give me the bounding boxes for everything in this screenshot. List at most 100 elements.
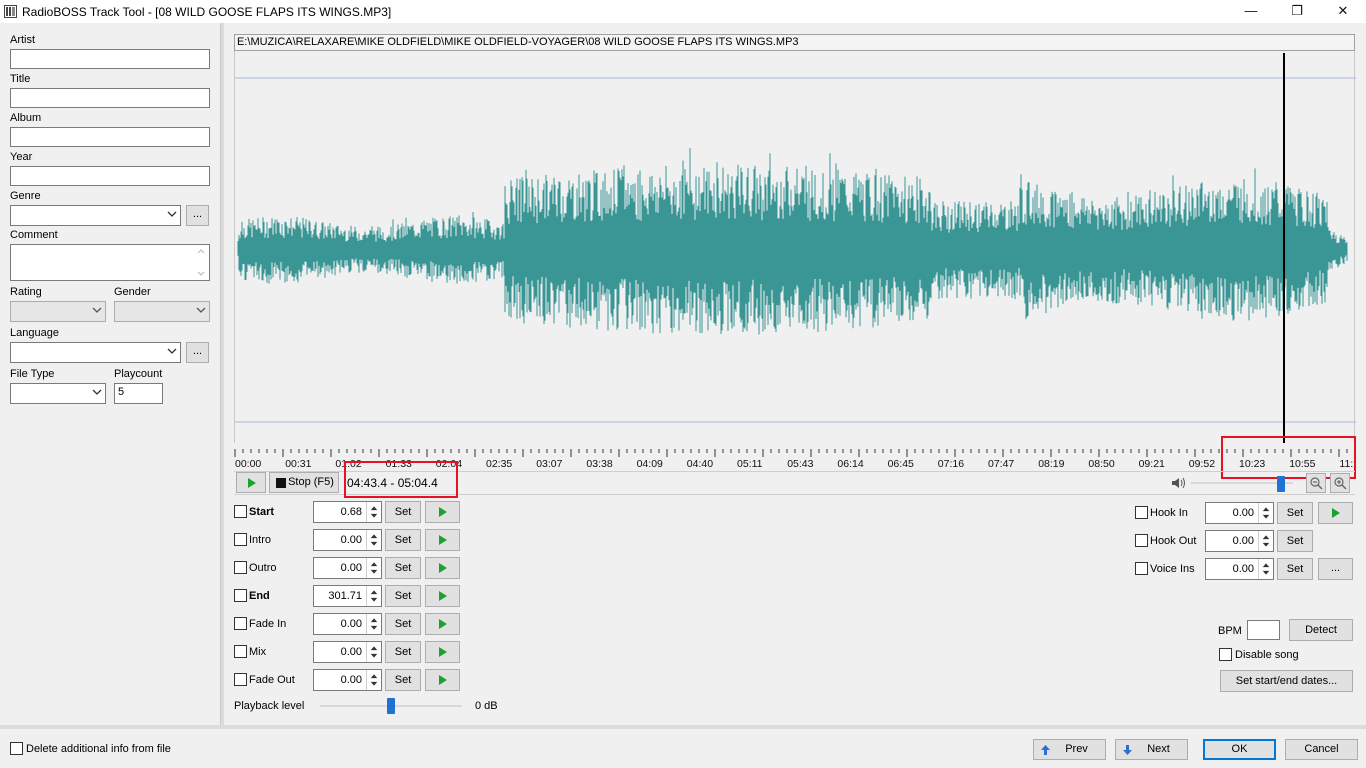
minimize-button[interactable]: —	[1228, 0, 1274, 23]
genre-select[interactable]	[10, 205, 181, 226]
playcount-field[interactable]: 5	[114, 383, 163, 404]
year-label: Year	[10, 151, 33, 163]
cue-play-button[interactable]	[425, 529, 460, 551]
year-field[interactable]	[10, 166, 210, 186]
play-icon	[439, 535, 447, 545]
album-field[interactable]	[10, 127, 210, 147]
spinner-arrows-icon[interactable]	[366, 502, 381, 522]
cue-set-button[interactable]: Set	[385, 557, 421, 579]
cue-checkbox[interactable]	[234, 645, 247, 658]
next-button[interactable]: Next	[1115, 739, 1188, 760]
rating-select[interactable]	[10, 301, 106, 322]
play-button[interactable]	[236, 472, 266, 493]
file-path: E:\MUZICA\RELAXARE\MIKE OLDFIELD\MIKE OL…	[234, 34, 1355, 51]
cue-value-spinner[interactable]: 301.71	[313, 585, 382, 607]
hook-more-button[interactable]: ...	[1318, 558, 1353, 580]
comment-scrollbar[interactable]	[195, 246, 207, 279]
bpm-field[interactable]	[1247, 620, 1280, 640]
window-title: RadioBOSS Track Tool - [08 WILD GOOSE FL…	[22, 5, 392, 19]
spinner-arrows-icon[interactable]	[366, 558, 381, 578]
cue-set-button[interactable]: Set	[385, 501, 421, 523]
delete-info-checkbox[interactable]	[10, 742, 23, 755]
cue-set-button[interactable]: Set	[385, 585, 421, 607]
cue-play-button[interactable]	[425, 501, 460, 523]
language-select[interactable]	[10, 342, 181, 363]
spinner-arrows-icon[interactable]	[1258, 503, 1273, 523]
hook-set-button[interactable]: Set	[1277, 558, 1313, 580]
genre-more-button[interactable]: ...	[186, 205, 209, 226]
volume-slider[interactable]	[1276, 476, 1285, 492]
hook-set-button[interactable]: Set	[1277, 530, 1313, 552]
hook-value-spinner[interactable]: 0.00	[1205, 502, 1274, 524]
spinner-arrows-icon[interactable]	[366, 530, 381, 550]
spinner-arrows-icon[interactable]	[366, 642, 381, 662]
filetype-value	[11, 384, 17, 388]
gender-select[interactable]	[114, 301, 210, 322]
cue-checkbox[interactable]	[234, 561, 247, 574]
title-field[interactable]	[10, 88, 210, 108]
cue-value-spinner[interactable]: 0.00	[313, 529, 382, 551]
arrow-up-icon	[1041, 745, 1050, 755]
zoom-in-button[interactable]	[1330, 473, 1350, 493]
detect-bpm-button[interactable]: Detect	[1289, 619, 1353, 641]
cue-checkbox[interactable]	[234, 505, 247, 518]
ruler-time-label: 00:31	[285, 458, 311, 470]
zoom-out-button[interactable]	[1306, 473, 1326, 493]
arrow-down-icon	[1123, 745, 1132, 755]
hook-checkbox[interactable]	[1135, 562, 1148, 575]
cancel-button[interactable]: Cancel	[1285, 739, 1358, 760]
ruler-time-label: 05:11	[737, 458, 763, 470]
cue-value-spinner[interactable]: 0.00	[313, 613, 382, 635]
play-icon	[439, 675, 447, 685]
ruler-time-label: 07:16	[938, 458, 964, 470]
cue-set-button[interactable]: Set	[385, 613, 421, 635]
cue-set-button[interactable]: Set	[385, 669, 421, 691]
cue-value-spinner[interactable]: 0.00	[313, 641, 382, 663]
artist-field[interactable]	[10, 49, 210, 69]
hook-value-spinner[interactable]: 0.00	[1205, 530, 1274, 552]
play-icon	[439, 563, 447, 573]
spinner-arrows-icon[interactable]	[366, 614, 381, 634]
cue-play-button[interactable]	[425, 669, 460, 691]
cue-set-button[interactable]: Set	[385, 529, 421, 551]
maximize-button[interactable]: ❐	[1274, 0, 1320, 23]
hook-play-button[interactable]	[1318, 502, 1353, 524]
spinner-arrows-icon[interactable]	[1258, 559, 1273, 579]
cue-value-spinner[interactable]: 0.00	[313, 557, 382, 579]
volume-icon[interactable]	[1171, 476, 1187, 490]
prev-button[interactable]: Prev	[1033, 739, 1106, 760]
disable-song-checkbox[interactable]	[1219, 648, 1232, 661]
cue-play-button[interactable]	[425, 585, 460, 607]
cue-value-spinner[interactable]: 0.00	[313, 669, 382, 691]
cue-play-button[interactable]	[425, 613, 460, 635]
panel-splitter[interactable]	[220, 23, 224, 725]
stop-button[interactable]: Stop (F5)	[269, 472, 339, 493]
ruler-time-label: 06:14	[837, 458, 863, 470]
hook-checkbox[interactable]	[1135, 534, 1148, 547]
chevron-down-icon	[196, 307, 206, 313]
cue-set-button[interactable]: Set	[385, 641, 421, 663]
cue-play-button[interactable]	[425, 641, 460, 663]
cue-checkbox[interactable]	[234, 589, 247, 602]
play-icon	[248, 478, 256, 488]
playback-level-slider[interactable]	[387, 698, 395, 714]
hook-checkbox[interactable]	[1135, 506, 1148, 519]
cue-value: 0.00	[340, 562, 362, 574]
close-button[interactable]: ✕	[1320, 0, 1366, 23]
comment-field[interactable]	[10, 244, 210, 281]
cue-play-button[interactable]	[425, 557, 460, 579]
spinner-arrows-icon[interactable]	[366, 586, 381, 606]
cue-value-spinner[interactable]: 0.68	[313, 501, 382, 523]
ok-button[interactable]: OK	[1203, 739, 1276, 760]
filetype-select[interactable]	[10, 383, 106, 404]
waveform-area[interactable]	[234, 51, 1356, 443]
language-more-button[interactable]: ...	[186, 342, 209, 363]
spinner-arrows-icon[interactable]	[366, 670, 381, 690]
set-dates-button[interactable]: Set start/end dates...	[1220, 670, 1353, 692]
cue-checkbox[interactable]	[234, 673, 247, 686]
hook-value-spinner[interactable]: 0.00	[1205, 558, 1274, 580]
cue-checkbox[interactable]	[234, 617, 247, 630]
hook-set-button[interactable]: Set	[1277, 502, 1313, 524]
cue-checkbox[interactable]	[234, 533, 247, 546]
spinner-arrows-icon[interactable]	[1258, 531, 1273, 551]
